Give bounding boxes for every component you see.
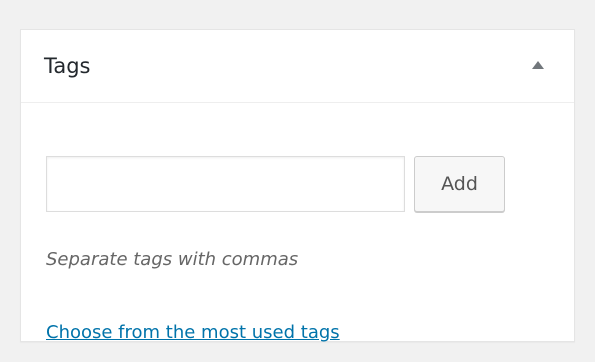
postbox-title: Tags xyxy=(44,54,91,78)
howto-text: Separate tags with commas xyxy=(46,249,299,270)
tags-postbox: Tags Add Separate tags with commas Choos… xyxy=(20,29,575,343)
new-tag-input[interactable] xyxy=(46,156,405,212)
toggle-panel-button[interactable] xyxy=(502,30,574,101)
triangle-up-icon xyxy=(532,61,544,69)
postbox-header: Tags xyxy=(21,30,574,103)
choose-most-used-tags-link[interactable]: Choose from the most used tags xyxy=(46,321,340,345)
page: Tags Add Separate tags with commas Choos… xyxy=(0,0,595,362)
add-tag-button[interactable]: Add xyxy=(414,156,505,212)
postbox-inside: Add Separate tags with commas Choose fro… xyxy=(21,103,574,343)
